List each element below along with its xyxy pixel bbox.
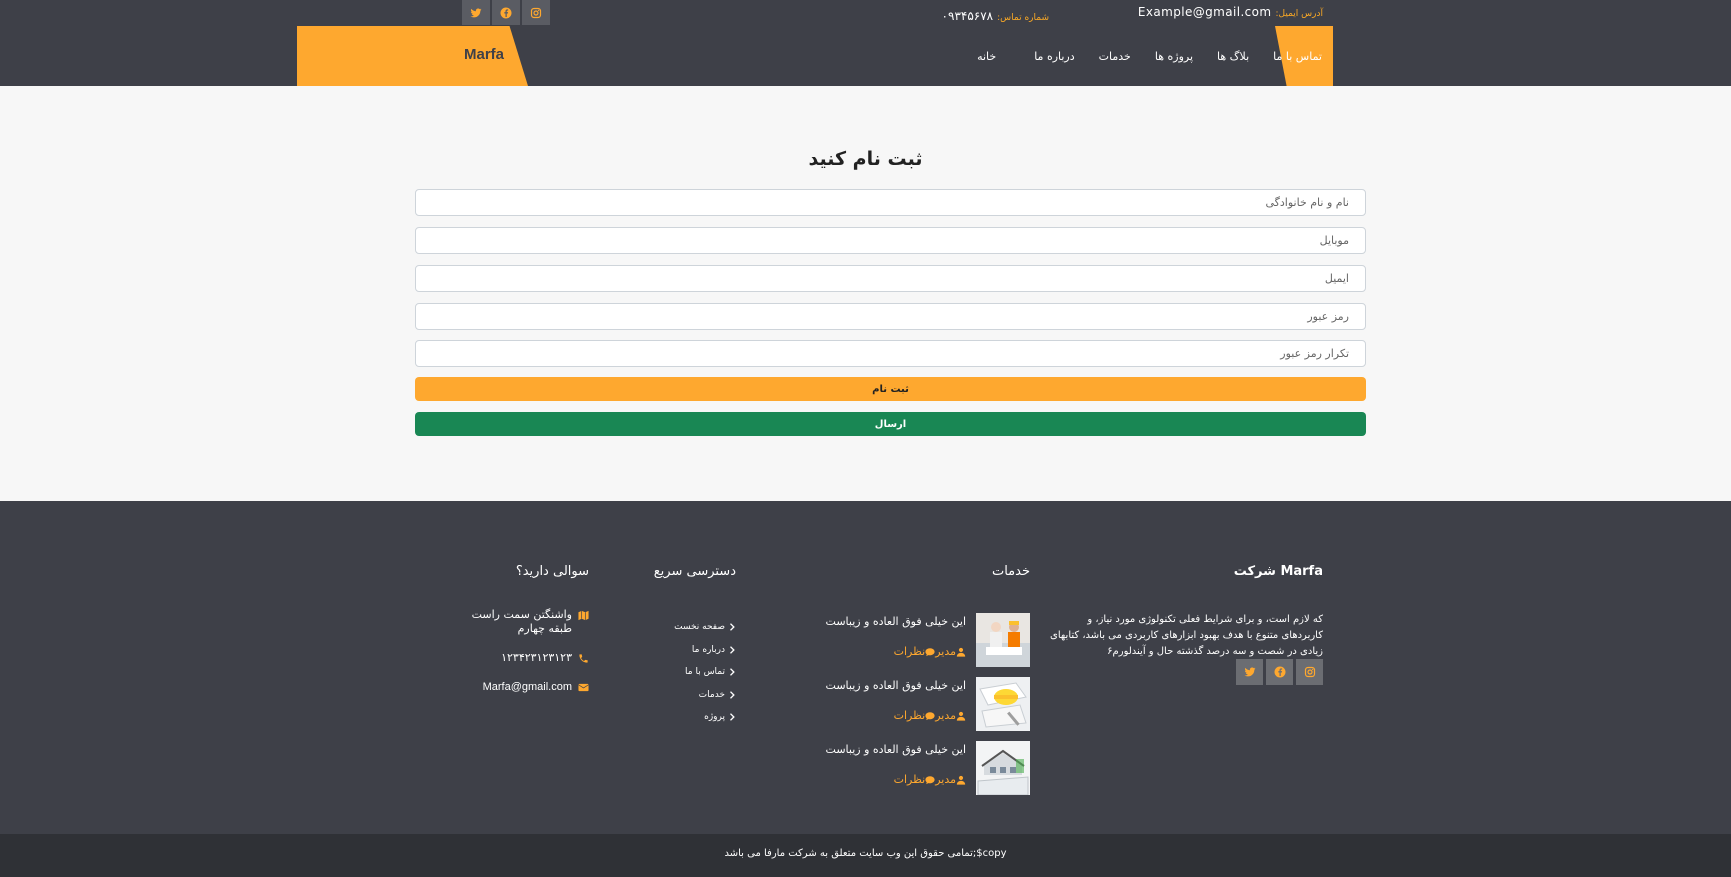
contact-email-value[interactable]: Marfa@gmail.com — [483, 680, 572, 694]
contact-phone-value[interactable]: ۱۲۳۴۲۳۱۲۳۱۲۳ — [501, 651, 572, 665]
nav-menu: خانه درباره ما خدمات پروژه ها بلاگ ها تم… — [951, 26, 1334, 86]
nav-item-about[interactable]: درباره ما — [1022, 50, 1086, 63]
post-comments[interactable]: نظرات — [894, 773, 926, 786]
logo[interactable]: Marfa — [464, 46, 504, 63]
nav-item-home[interactable]: خانه — [951, 50, 1022, 63]
phone-value[interactable]: ۰۹۳۴۵۶۷۸ — [942, 9, 994, 23]
quick-link-project[interactable]: پروژه — [674, 706, 736, 729]
footer-about-text: که لازم است، و برای شرایط فعلی تکنولوژی … — [1050, 614, 1323, 657]
comment-icon — [925, 711, 935, 720]
phone-icon — [579, 654, 588, 663]
footer-social — [1233, 659, 1323, 685]
post-thumbnail[interactable] — [976, 613, 1030, 667]
contact-address: واشنگتن سمت راست طبقه چهارم — [472, 608, 589, 636]
email-label: آدرس ایمیل: — [1275, 9, 1323, 19]
nav-item-projects[interactable]: پروژه ها — [1143, 50, 1205, 63]
main-navbar: Marfa خانه درباره ما خدمات پروژه ها بلاگ… — [0, 26, 1731, 86]
comment-icon — [925, 775, 935, 784]
address-line-1: واشنگتن سمت راست — [471, 608, 572, 621]
instagram-icon[interactable] — [1296, 659, 1323, 685]
nav-item-contact[interactable]: تماس با ما — [1261, 50, 1334, 63]
map-icon — [578, 610, 589, 621]
twitter-icon[interactable] — [462, 0, 490, 25]
address-line-2: طبقه چهارم — [517, 622, 572, 635]
facebook-icon[interactable] — [492, 0, 520, 25]
instagram-icon[interactable] — [522, 0, 550, 25]
topbar-social — [462, 0, 552, 25]
nav-item-services[interactable]: خدمات — [1087, 50, 1143, 63]
email-value[interactable]: Example@gmail.com — [1138, 5, 1272, 19]
user-icon — [956, 647, 966, 657]
quick-link-contact[interactable]: تماس با ما — [674, 661, 736, 684]
post-author[interactable]: مدیر — [935, 645, 956, 658]
post-title[interactable]: این خیلی فوق العاده و زیباست — [826, 679, 966, 692]
top-bar: آدرس ایمیل:Example@gmail.com شماره تماس:… — [0, 0, 1731, 26]
post-meta: مدیر نظرات — [894, 645, 966, 658]
post-comments[interactable]: نظرات — [894, 645, 926, 658]
page-title: ثبت نام کنید — [808, 148, 923, 170]
confirm-password-field[interactable] — [415, 340, 1366, 367]
post-thumbnail[interactable] — [976, 677, 1030, 731]
logo-block[interactable]: Marfa — [297, 26, 528, 86]
quick-link-home[interactable]: صفحه نخست — [674, 616, 736, 639]
email-field[interactable] — [415, 265, 1366, 292]
post-thumbnail[interactable] — [976, 741, 1030, 795]
post-author[interactable]: مدیر — [935, 709, 956, 722]
contact-phone: ۱۲۳۴۲۳۱۲۳۱۲۳ — [501, 651, 589, 665]
phone-label: شماره تماس: — [997, 13, 1049, 23]
footer-post[interactable]: این خیلی فوق العاده و زیباست مدیر نظرات — [826, 741, 1030, 795]
twitter-icon[interactable] — [1236, 659, 1263, 685]
chevron-right-icon — [730, 623, 735, 632]
mobile-field[interactable] — [415, 227, 1366, 254]
footer-post[interactable]: این خیلی فوق العاده و زیباست مدیر نظرات — [826, 677, 1030, 731]
register-button[interactable]: ثبت نام — [415, 377, 1366, 401]
post-title[interactable]: این خیلی فوق العاده و زیباست — [826, 743, 966, 756]
envelope-icon — [578, 683, 589, 692]
post-comments[interactable]: نظرات — [894, 709, 926, 722]
comment-icon — [925, 647, 935, 656]
chevron-right-icon — [730, 690, 735, 699]
user-icon — [956, 775, 966, 785]
password-field[interactable] — [415, 303, 1366, 330]
quick-links: صفحه نخست درباره ما تماس با ما خدمات پرو… — [674, 616, 736, 729]
chevron-right-icon — [730, 668, 735, 677]
post-author[interactable]: مدیر — [935, 773, 956, 786]
signup-section: ثبت نام کنید ثبت نام ارسال — [0, 86, 1731, 501]
quick-link-about[interactable]: درباره ما — [674, 639, 736, 662]
copyright-bar: copy$;تمامی حقوق این وب سایت متعلق به شر… — [0, 834, 1731, 877]
footer-quick-title: دسترسی سریع — [653, 564, 736, 579]
post-meta: مدیر نظرات — [894, 709, 966, 722]
full-name-field[interactable] — [415, 189, 1366, 216]
facebook-icon[interactable] — [1266, 659, 1293, 685]
chevron-right-icon — [730, 645, 735, 654]
send-button[interactable]: ارسال — [415, 412, 1366, 436]
user-icon — [956, 711, 966, 721]
contact-email: Marfa@gmail.com — [483, 680, 589, 694]
post-meta: مدیر نظرات — [894, 773, 966, 786]
topbar-phone: شماره تماس:۰۹۳۴۵۶۷۸ — [942, 5, 1049, 24]
nav-item-blogs[interactable]: بلاگ ها — [1205, 50, 1261, 63]
footer-contact-title: سوالی دارید؟ — [515, 564, 589, 579]
topbar-email: آدرس ایمیل:Example@gmail.com — [1138, 5, 1323, 19]
footer-post[interactable]: این خیلی فوق العاده و زیباست مدیر نظرات — [826, 613, 1030, 667]
quick-link-services[interactable]: خدمات — [674, 684, 736, 707]
chevron-right-icon — [730, 713, 735, 722]
footer-services-title: خدمات — [991, 564, 1030, 579]
footer: Marfa شرکت که لازم است، و برای شرایط فعل… — [0, 501, 1731, 834]
post-title[interactable]: این خیلی فوق العاده و زیباست — [826, 615, 966, 628]
footer-about-title: Marfa شرکت — [1233, 564, 1323, 579]
